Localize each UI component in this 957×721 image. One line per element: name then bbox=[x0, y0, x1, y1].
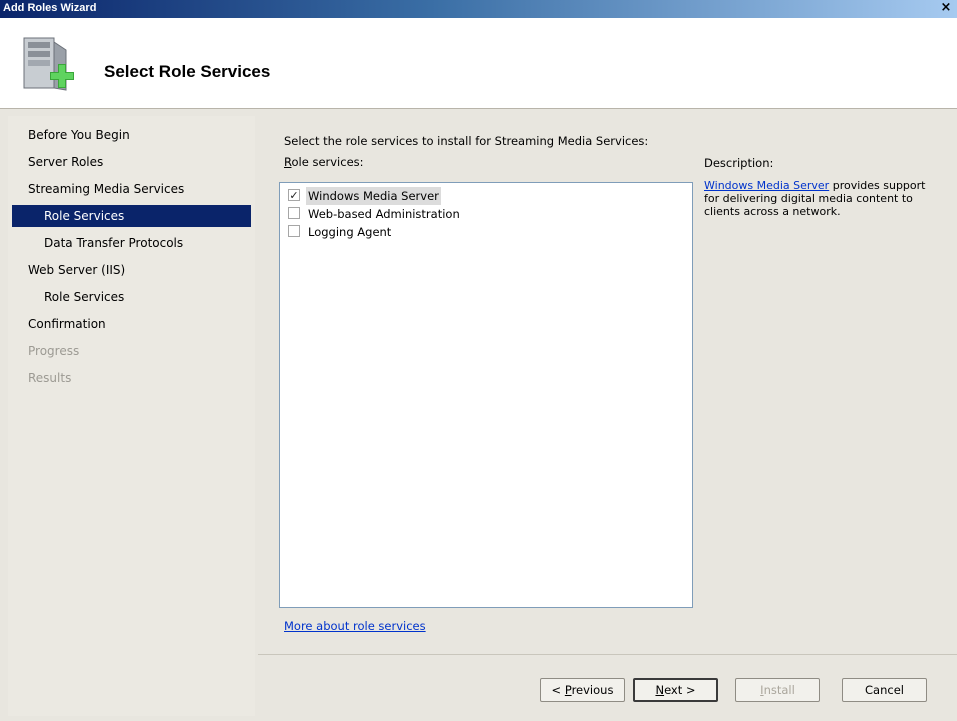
nav-item-progress: Progress bbox=[28, 344, 80, 358]
next-button[interactable]: Next > bbox=[633, 678, 718, 702]
previous-button[interactable]: < Previous bbox=[540, 678, 625, 702]
nav-item-web-server-iis[interactable]: Web Server (IIS) bbox=[28, 259, 125, 281]
install-button-rest: nstall bbox=[763, 683, 795, 697]
server-add-icon bbox=[23, 37, 74, 91]
nav-item-before-you-begin[interactable]: Before You Begin bbox=[28, 124, 130, 146]
checkbox-windows-media-server[interactable]: ✓ bbox=[288, 189, 300, 201]
checkbox-web-based-administration[interactable] bbox=[288, 207, 300, 219]
content-pane: Select the role services to install for … bbox=[258, 116, 957, 721]
page-title: Select Role Services bbox=[104, 62, 271, 81]
role-services-label-rest: ole services: bbox=[291, 155, 364, 169]
footer-divider bbox=[258, 654, 957, 655]
nav-item-confirmation[interactable]: Confirmation bbox=[28, 313, 106, 335]
nav-item-results: Results bbox=[28, 371, 72, 385]
role-services-label: Role services: bbox=[284, 155, 364, 169]
description-link[interactable]: Windows Media Server bbox=[704, 179, 829, 192]
nav-item-data-transfer-protocols[interactable]: Data Transfer Protocols bbox=[44, 232, 183, 254]
cancel-button[interactable]: Cancel bbox=[842, 678, 927, 702]
nav-item-server-roles[interactable]: Server Roles bbox=[28, 151, 103, 173]
role-services-list[interactable]: ✓ Windows Media Server Web-based Adminis… bbox=[279, 182, 693, 608]
previous-button-prefix: < bbox=[551, 683, 565, 697]
close-icon[interactable]: × bbox=[939, 0, 953, 16]
title-bar: Add Roles Wizard × bbox=[0, 0, 957, 18]
wizard-header: Select Role Services bbox=[0, 18, 957, 109]
window-title: Add Roles Wizard bbox=[3, 2, 97, 14]
checkbox-logging-agent[interactable] bbox=[288, 225, 300, 237]
list-item-label: Web-based Administration bbox=[308, 207, 460, 221]
more-about-role-services-link[interactable]: More about role services bbox=[284, 619, 426, 633]
description-text: Windows Media Server provides support fo… bbox=[704, 179, 934, 218]
list-item-label: Windows Media Server bbox=[306, 187, 441, 205]
previous-button-accel: P bbox=[564, 683, 572, 697]
add-roles-wizard-window: Add Roles Wizard × Select Role Services … bbox=[0, 0, 957, 721]
nav-item-role-services-iis[interactable]: Role Services bbox=[44, 286, 124, 308]
wizard-steps-nav: Before You Begin Server Roles Streaming … bbox=[8, 116, 255, 716]
nav-item-role-services-streaming[interactable]: Role Services bbox=[12, 205, 251, 227]
next-button-rest: ext > bbox=[664, 683, 696, 697]
previous-button-rest: revious bbox=[571, 683, 614, 697]
next-button-accel: N bbox=[655, 683, 665, 697]
list-item-label: Logging Agent bbox=[308, 225, 392, 239]
description-title: Description: bbox=[704, 156, 774, 170]
install-button: Install bbox=[735, 678, 820, 702]
instruction-text: Select the role services to install for … bbox=[284, 134, 649, 148]
nav-item-streaming-media-services[interactable]: Streaming Media Services bbox=[28, 178, 184, 200]
